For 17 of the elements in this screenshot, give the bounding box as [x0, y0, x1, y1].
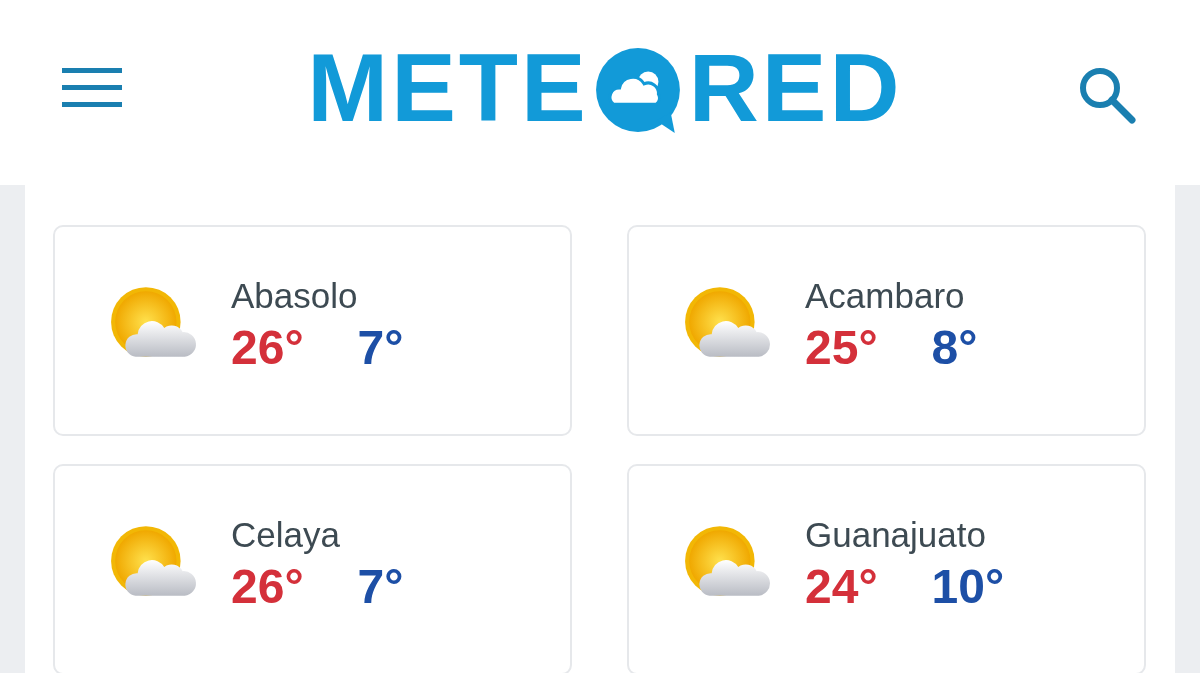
city-card[interactable]: Celaya 26° 7°: [53, 464, 572, 673]
min-temperature: 7°: [357, 320, 404, 375]
city-name: Abasolo: [231, 276, 359, 316]
city-card[interactable]: Guanajuato 24° 10°: [627, 464, 1146, 673]
city-card[interactable]: Acambaro 25° 8°: [627, 225, 1146, 436]
city-name: Guanajuato: [805, 515, 987, 555]
max-temperature: 26°: [231, 559, 304, 614]
min-temperature: 8°: [931, 320, 978, 375]
menu-icon[interactable]: [62, 67, 122, 108]
max-temperature: 25°: [805, 320, 878, 375]
city-name: Celaya: [231, 515, 341, 555]
min-temperature: 7°: [357, 559, 404, 614]
max-temperature: 26°: [231, 320, 304, 375]
city-name: Acambaro: [805, 276, 966, 316]
city-card[interactable]: Abasolo 26° 7°: [53, 225, 572, 436]
min-temperature: 10°: [931, 559, 1005, 614]
max-temperature: 24°: [805, 559, 878, 614]
